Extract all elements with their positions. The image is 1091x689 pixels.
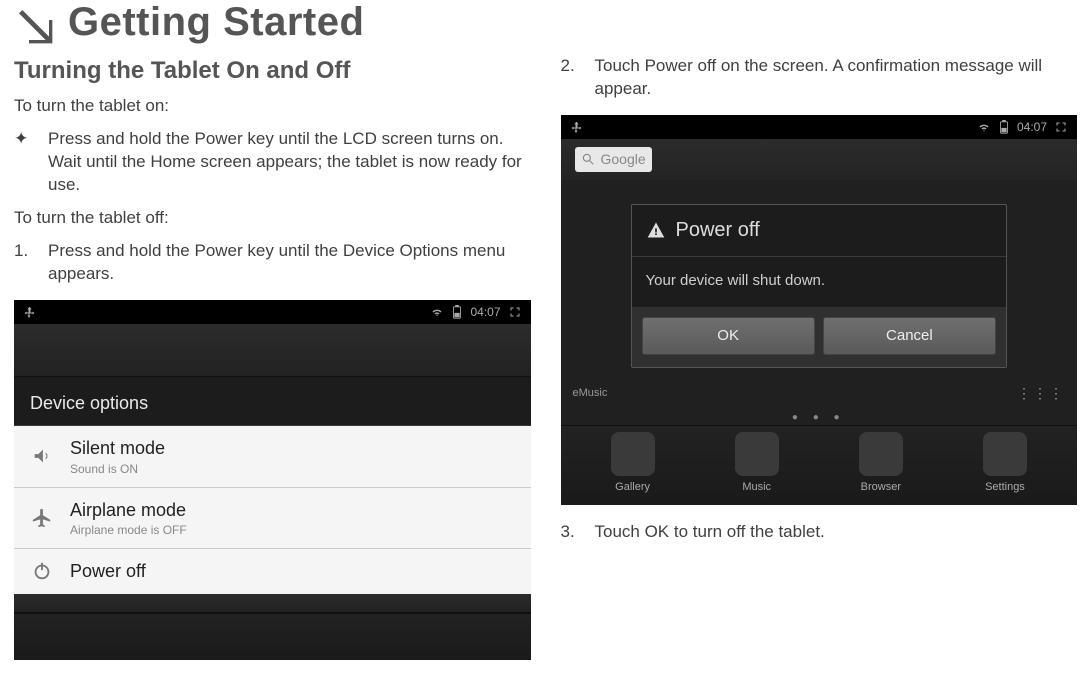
- step-number: 1.: [14, 240, 36, 286]
- option-label: Power off: [70, 559, 146, 583]
- dock-app-music[interactable]: Music: [735, 432, 779, 495]
- wifi-icon: [430, 306, 444, 318]
- power-off-dialog-screenshot: 04:07 Google Power off: [561, 115, 1078, 505]
- right-column: 2. Touch Power off on the screen. A conf…: [561, 51, 1078, 660]
- power-off-dialog: Power off Your device will shut down. OK…: [631, 204, 1008, 369]
- status-left-icons: [571, 121, 583, 133]
- left-column: Turning the Tablet On and Off To turn th…: [14, 51, 531, 660]
- apps-grid-icon[interactable]: ⋮⋮⋮: [1017, 384, 1065, 403]
- fullscreen-icon: [509, 306, 521, 318]
- dock-label: Music: [742, 480, 771, 495]
- battery-icon: [999, 120, 1009, 134]
- dock-app-gallery[interactable]: Gallery: [611, 432, 655, 495]
- dialog-title: Power off: [676, 217, 760, 244]
- section-arrow-icon: [14, 5, 54, 41]
- usb-icon: [24, 306, 36, 318]
- step-number: 3.: [561, 521, 583, 544]
- wifi-icon: [977, 121, 991, 133]
- dock-label: Gallery: [615, 480, 650, 495]
- option-label: Silent mode: [70, 436, 165, 460]
- star-bullet-icon: ✦: [14, 128, 36, 197]
- pager-dots: ● ● ●: [561, 407, 1078, 425]
- search-icon: [581, 152, 595, 166]
- intro-on: To turn the tablet on:: [14, 95, 531, 118]
- usb-icon: [571, 121, 583, 133]
- option-silent-mode[interactable]: Silent mode Sound is ON: [14, 426, 531, 487]
- dock-app-settings[interactable]: Settings: [983, 432, 1027, 495]
- dock-label: Settings: [985, 480, 1025, 495]
- device-options-title: Device options: [14, 377, 531, 426]
- search-box[interactable]: Google: [575, 147, 652, 172]
- battery-icon: [452, 305, 462, 319]
- status-left-icons: [24, 306, 36, 318]
- intro-off: To turn the tablet off:: [14, 207, 531, 230]
- step-number: 2.: [561, 55, 583, 101]
- dock-app-browser[interactable]: Browser: [859, 432, 903, 495]
- status-time: 04:07: [470, 304, 500, 320]
- warning-icon: [646, 220, 666, 240]
- option-sublabel: Sound is ON: [70, 461, 165, 477]
- subheading: Turning the Tablet On and Off: [14, 55, 531, 87]
- dialog-body: Your device will shut down.: [632, 257, 1007, 307]
- dock-app-emusic-label: eMusic: [573, 386, 608, 401]
- step2-text: Touch Power off on the screen. A confirm…: [595, 55, 1078, 101]
- status-bar: 04:07: [14, 300, 531, 324]
- step3-text: Touch OK to turn off the tablet.: [595, 521, 1078, 544]
- page-heading: Getting Started: [68, 0, 364, 45]
- cancel-button[interactable]: Cancel: [823, 317, 996, 355]
- option-sublabel: Airplane mode is OFF: [70, 522, 187, 538]
- power-icon: [28, 560, 56, 582]
- dock-label: Browser: [861, 480, 901, 495]
- search-placeholder: Google: [601, 150, 646, 169]
- star-item-text: Press and hold the Power key until the L…: [48, 128, 531, 197]
- option-airplane-mode[interactable]: Airplane mode Airplane mode is OFF: [14, 488, 531, 549]
- status-time: 04:07: [1017, 119, 1047, 135]
- status-bar: 04:07: [561, 115, 1078, 139]
- ok-button[interactable]: OK: [642, 317, 815, 355]
- step1-text: Press and hold the Power key until the D…: [48, 240, 531, 286]
- option-power-off[interactable]: Power off: [14, 549, 531, 593]
- volume-icon: [28, 445, 56, 467]
- airplane-icon: [28, 507, 56, 529]
- fullscreen-icon: [1055, 121, 1067, 133]
- device-options-screenshot: 04:07 Device options Silent mode Sound i…: [14, 300, 531, 660]
- option-label: Airplane mode: [70, 498, 187, 522]
